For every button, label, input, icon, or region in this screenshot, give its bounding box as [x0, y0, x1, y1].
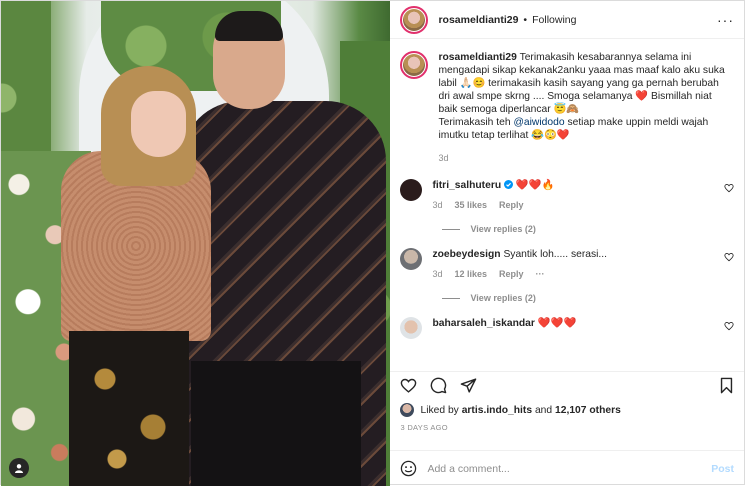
comment-item: fitri_salhuteru ❤️❤️🔥 3d 35 likes Reply	[400, 179, 734, 210]
heart-outline-icon[interactable]	[724, 321, 734, 331]
caption-avatar[interactable]	[400, 51, 429, 79]
comment-username[interactable]: baharsaleh_iskandar	[432, 318, 534, 329]
reply-button[interactable]: Reply	[499, 269, 524, 279]
share-paper-plane-icon[interactable]	[460, 377, 477, 394]
comment-time: 3d	[432, 269, 443, 279]
like-heart-icon[interactable]	[400, 377, 417, 394]
liker-avatar[interactable]	[400, 403, 415, 417]
post-timestamp[interactable]: 3 DAYS AGO	[390, 417, 744, 432]
post-comment-button[interactable]: Post	[711, 463, 734, 475]
instagram-post: rosameldianti29 • Following ··· rosameld…	[0, 0, 745, 486]
comment-username[interactable]: zoebeydesign	[432, 249, 500, 260]
verified-badge-icon	[504, 180, 514, 189]
following-button[interactable]: Following	[532, 14, 576, 26]
tagged-user-icon[interactable]	[9, 458, 29, 478]
likes-count[interactable]: 12,107 others	[555, 405, 621, 416]
comment-username[interactable]: fitri_salhuteru	[432, 180, 501, 191]
view-replies-button[interactable]: View replies (2)	[442, 293, 734, 303]
liked-by-and: and	[534, 404, 553, 416]
likes-summary: Liked by artis.indo_hits and 12,107 othe…	[390, 399, 744, 417]
commenter-avatar[interactable]	[400, 248, 423, 270]
separator-dot: •	[523, 13, 528, 26]
comment-text: ❤️❤️🔥	[515, 180, 555, 191]
emoji-smiley-icon[interactable]	[400, 460, 417, 477]
author-username[interactable]: rosameldianti29	[438, 14, 518, 26]
more-options-icon[interactable]: ···	[717, 12, 734, 28]
caption-mention-link[interactable]: @aiwidodo	[513, 117, 564, 128]
post-header: rosameldianti29 • Following ···	[390, 1, 744, 39]
comment-item: zoebeydesign Syantik loh..... serasi... …	[400, 248, 734, 279]
bookmark-save-icon[interactable]	[719, 377, 734, 394]
add-comment-bar: Post	[390, 450, 744, 486]
caption-text-2: Terimakasih teh	[438, 117, 511, 128]
comment-likes[interactable]: 35 likes	[454, 200, 487, 210]
caption-time: 3d	[438, 153, 449, 163]
view-replies-label: View replies (2)	[470, 224, 536, 234]
author-avatar[interactable]	[400, 5, 429, 34]
view-replies-button[interactable]: View replies (2)	[442, 224, 734, 234]
reply-button[interactable]: Reply	[499, 200, 524, 210]
comment-input[interactable]	[427, 462, 712, 475]
liked-by-user[interactable]: artis.indo_hits	[462, 405, 532, 416]
caption: rosameldianti29 Terimakasih kesabarannya…	[400, 51, 734, 165]
comment-more-icon[interactable]: ···	[536, 269, 545, 279]
commenter-avatar[interactable]	[400, 179, 423, 201]
view-replies-label: View replies (2)	[470, 293, 536, 303]
post-photo[interactable]	[1, 1, 391, 486]
comments-section: rosameldianti29 Terimakasih kesabarannya…	[390, 39, 744, 371]
comment-likes[interactable]: 12 likes	[454, 269, 487, 279]
action-bar	[390, 371, 744, 399]
comment-text: Syantik loh..... serasi...	[503, 249, 608, 260]
post-side-panel: rosameldianti29 • Following ··· rosameld…	[390, 1, 744, 486]
comment-text: ❤️❤️❤️	[537, 318, 577, 329]
comment-time: 3d	[432, 200, 443, 210]
caption-username[interactable]: rosameldianti29	[438, 52, 516, 63]
liked-by-prefix: Liked by	[420, 404, 459, 416]
heart-outline-icon[interactable]	[724, 252, 734, 262]
heart-outline-icon[interactable]	[724, 183, 734, 193]
commenter-avatar[interactable]	[400, 317, 423, 339]
comment-bubble-icon[interactable]	[430, 377, 447, 394]
comment-item: baharsaleh_iskandar ❤️❤️❤️	[400, 317, 734, 339]
